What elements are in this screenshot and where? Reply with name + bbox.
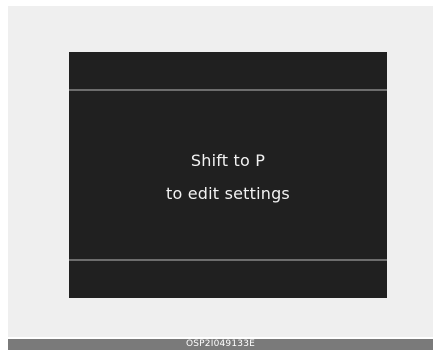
figure-code: OSP2I049133E xyxy=(185,339,256,349)
message-line-1: Shift to P xyxy=(190,151,266,170)
message-line-2: to edit settings xyxy=(166,184,290,203)
illustration-frame: Shift to P to edit settings xyxy=(8,6,433,337)
cluster-display-screen: Shift to P to edit settings xyxy=(69,52,387,298)
caption-bar: OSP2I049133E xyxy=(8,339,433,350)
bottom-divider-line xyxy=(69,259,387,261)
top-divider-line xyxy=(69,89,387,91)
